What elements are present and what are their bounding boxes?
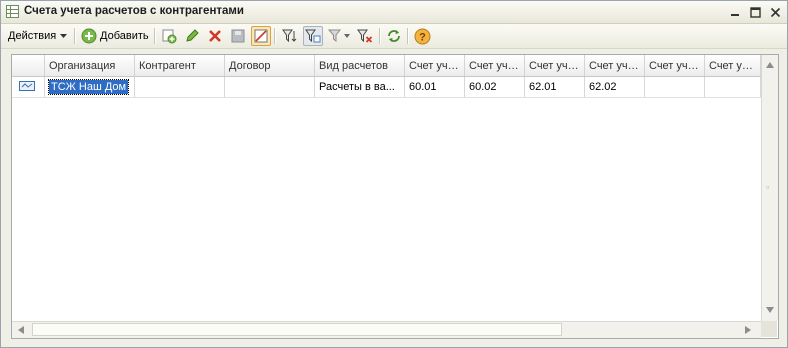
header-organization[interactable]: Организация xyxy=(45,55,135,76)
horizontal-scrollbar[interactable] xyxy=(12,321,761,338)
add-label: обавить xyxy=(107,30,149,42)
filter-value-icon xyxy=(305,29,321,43)
header-icon-column xyxy=(12,55,45,76)
cell-settlement-type[interactable]: Расчеты в ва... xyxy=(315,77,405,97)
scroll-left-arrow-icon[interactable] xyxy=(18,326,24,334)
add-label-hotkey: Д xyxy=(100,30,108,42)
close-button[interactable] xyxy=(767,4,783,20)
minimize-button[interactable] xyxy=(727,4,743,20)
add-circle-icon xyxy=(81,28,97,44)
scroll-up-arrow-icon[interactable] xyxy=(766,62,774,68)
mark-deletion-button[interactable] xyxy=(251,26,271,46)
clear-filter-icon xyxy=(357,29,373,43)
cell-account-1[interactable]: 60.01 xyxy=(405,77,465,97)
save-button[interactable] xyxy=(228,26,248,46)
cell-organization[interactable]: ТСЖ Наш Дом xyxy=(45,77,135,97)
cell-contract[interactable] xyxy=(225,77,315,97)
chevron-down-icon xyxy=(60,34,68,38)
help-icon: ? xyxy=(414,28,430,44)
filter-sort-button[interactable] xyxy=(280,26,300,46)
help-button[interactable]: ? xyxy=(412,26,432,46)
row-icon-cell xyxy=(12,77,45,97)
delete-x-icon xyxy=(209,30,221,42)
header-counterparty[interactable]: Контрагент xyxy=(135,55,225,76)
header-account-4[interactable]: Счет уче... xyxy=(585,55,645,76)
copy-button[interactable] xyxy=(159,26,179,46)
scroll-grip-icon[interactable]: ▫ xyxy=(766,182,769,192)
cell-account-6[interactable] xyxy=(705,77,761,97)
header-account-3[interactable]: Счет уче... xyxy=(525,55,585,76)
copy-icon xyxy=(162,29,177,44)
pencil-icon xyxy=(186,29,199,42)
header-account-5[interactable]: Счет уче... xyxy=(645,55,705,76)
window-title: Счета учета расчетов с контрагентами xyxy=(24,5,244,17)
scrollbar-corner xyxy=(761,321,777,337)
filter-by-value-button[interactable] xyxy=(303,26,323,46)
cell-account-4[interactable]: 62.02 xyxy=(585,77,645,97)
filter-history-button[interactable] xyxy=(326,26,352,46)
window: Счета учета расчетов с контрагентами Дей… xyxy=(0,0,788,348)
header-contract[interactable]: Договор xyxy=(225,55,315,76)
edit-button[interactable] xyxy=(182,26,202,46)
svg-text:?: ? xyxy=(419,31,426,43)
cell-account-2[interactable]: 60.02 xyxy=(465,77,525,97)
cell-account-5[interactable] xyxy=(645,77,705,97)
add-button[interactable]: Добавить xyxy=(79,26,151,46)
delete-button[interactable] xyxy=(205,26,225,46)
horizontal-scroll-thumb[interactable] xyxy=(32,323,562,336)
refresh-icon xyxy=(388,30,400,42)
cell-organization-value: ТСЖ Наш Дом xyxy=(47,79,130,95)
actions-label: Действия xyxy=(8,30,57,42)
cell-account-3[interactable]: 62.01 xyxy=(525,77,585,97)
header-account-2[interactable]: Счет уче... xyxy=(465,55,525,76)
header-settlement-type[interactable]: Вид расчетов xyxy=(315,55,405,76)
table-header: Организация Контрагент Договор Вид расче… xyxy=(12,55,761,77)
header-account-6[interactable]: Счет уче... xyxy=(705,55,761,76)
accounts-table[interactable]: Организация Контрагент Договор Вид расче… xyxy=(11,54,779,339)
filter-history-icon xyxy=(328,29,342,43)
chevron-down-icon xyxy=(344,34,350,38)
header-account-1[interactable]: Счет уче... xyxy=(405,55,465,76)
toolbar: Действия Добавить ? xyxy=(1,24,787,49)
vertical-scrollbar[interactable]: ▫ xyxy=(761,55,778,321)
maximize-button[interactable] xyxy=(747,4,763,20)
table-icon xyxy=(6,5,19,18)
scroll-right-arrow-icon[interactable] xyxy=(745,326,751,334)
save-icon xyxy=(231,29,245,43)
record-icon xyxy=(19,81,35,91)
table-row[interactable]: ТСЖ Наш Дом Расчеты в ва... 60.01 60.02 … xyxy=(12,77,761,98)
mark-deletion-icon xyxy=(254,29,268,43)
clear-filter-button[interactable] xyxy=(355,26,375,46)
actions-menu-button[interactable]: Действия xyxy=(6,26,69,46)
refresh-button[interactable] xyxy=(384,26,404,46)
filter-sort-icon xyxy=(282,29,297,43)
cell-counterparty[interactable] xyxy=(135,77,225,97)
title-bar: Счета учета расчетов с контрагентами xyxy=(1,1,787,24)
scroll-down-arrow-icon[interactable] xyxy=(766,307,774,313)
